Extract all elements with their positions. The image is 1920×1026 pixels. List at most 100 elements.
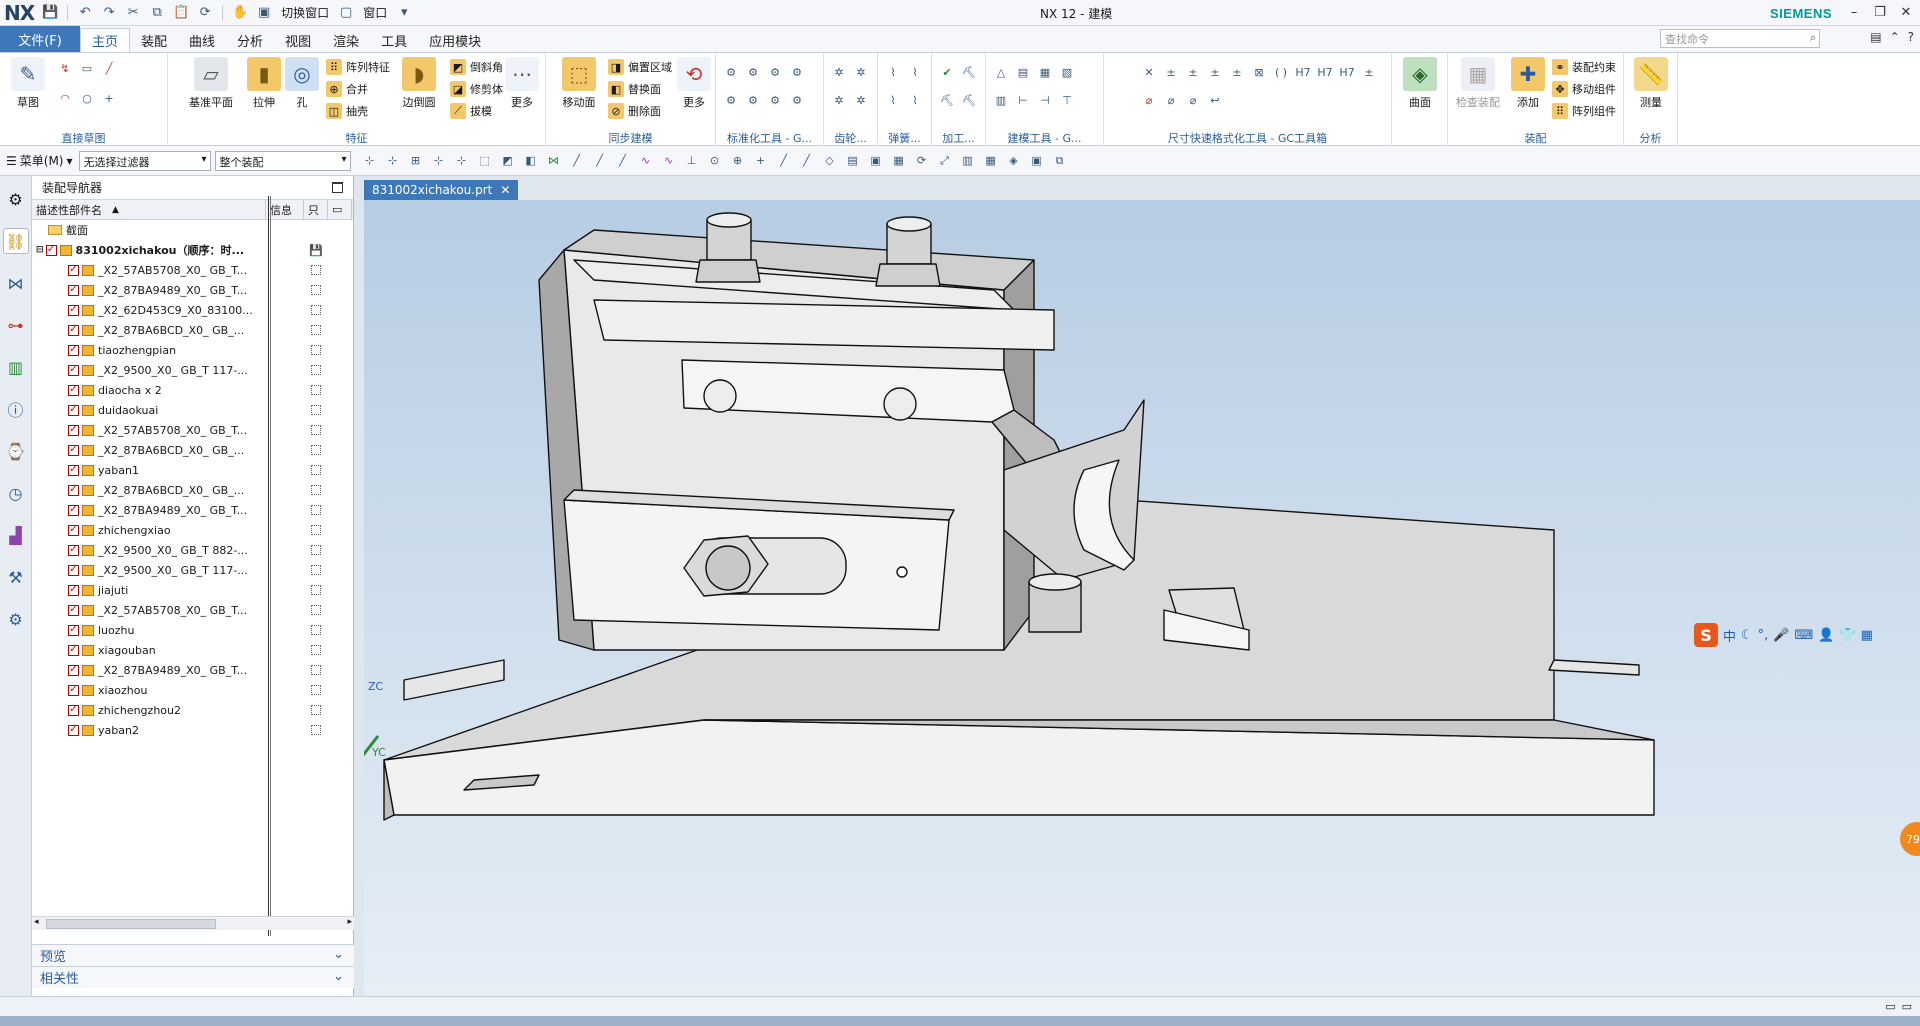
tree-row-section-folder[interactable]: 截面 — [32, 220, 353, 240]
checkbox-icon[interactable]: ✓ — [68, 684, 79, 696]
dim-format-icon[interactable]: ± — [1206, 63, 1224, 81]
view-icon[interactable]: ⟳ — [913, 152, 931, 170]
snap-icon[interactable]: ∿ — [637, 152, 655, 170]
collapse-ribbon-icon[interactable]: ⌃ — [1890, 30, 1900, 44]
table-row[interactable]: ✓ duidaokuai — [32, 400, 353, 420]
table-row[interactable]: ✓ tiaozhengpian — [32, 340, 353, 360]
dim-format-icon[interactable]: ± — [1184, 63, 1202, 81]
snap-icon[interactable]: ⊥ — [683, 152, 701, 170]
sketch-button[interactable]: ✎ 草图 — [6, 57, 50, 110]
column-header-name[interactable]: 描述性部件名 ▲ — [32, 199, 266, 220]
select-filter-icon[interactable]: ⊹ — [453, 152, 471, 170]
snap-icon[interactable]: ⊕ — [729, 152, 747, 170]
history-icon[interactable]: ⌚ — [3, 438, 29, 464]
replace-face-button[interactable]: ◧ 替换面 — [608, 81, 661, 97]
checkbox-icon[interactable]: ✓ — [68, 464, 79, 476]
dim-format-icon[interactable]: H7 — [1316, 63, 1334, 81]
view-icon[interactable]: ▥ — [959, 152, 977, 170]
minimize-icon[interactable]: – — [1844, 2, 1864, 22]
column-header-info[interactable]: 信息 — [266, 199, 304, 220]
table-row[interactable]: ✓ _X2_87BA9489_X0_ GB_T... — [32, 660, 353, 680]
menu-button[interactable]: ☰ 菜单(M) ▾ — [0, 152, 79, 169]
dependencies-section[interactable]: 相关性 ⌄ — [32, 966, 354, 988]
modeling-tool-icon[interactable]: ▥ — [992, 91, 1010, 109]
ribbon-options-icon[interactable]: ▤ — [1870, 30, 1881, 44]
reuse-library-icon[interactable]: ▥ — [3, 354, 29, 380]
view-icon[interactable]: ⤢ — [936, 152, 954, 170]
dim-format-icon[interactable]: H7 — [1294, 63, 1312, 81]
constraint-navigator-icon[interactable]: ⋈ — [3, 270, 29, 296]
surface-button[interactable]: ◈ 曲面 — [1398, 57, 1442, 110]
status-icon[interactable]: ▭ — [1902, 1000, 1912, 1013]
close-icon[interactable]: ✕ — [1896, 2, 1916, 22]
trim-body-button[interactable]: ◪ 修剪体 — [450, 81, 503, 97]
snap-icon[interactable]: ∿ — [660, 152, 678, 170]
close-icon[interactable]: ✕ — [500, 183, 510, 197]
tree-row-root[interactable]: ⊟ ✓ 831002xichakou（顺序：时... 💾 — [32, 240, 353, 260]
unite-button[interactable]: ⊕ 合并 — [326, 81, 368, 97]
table-row[interactable]: ✓ xiagouban — [32, 640, 353, 660]
select-filter-icon[interactable]: ◩ — [499, 152, 517, 170]
checkbox-icon[interactable]: ✓ — [68, 484, 79, 496]
snap-icon[interactable]: ⊙ — [706, 152, 724, 170]
line-icon[interactable]: ╱ — [100, 59, 118, 77]
checkbox-icon[interactable]: ✓ — [68, 504, 79, 516]
search-icon[interactable]: ⌕ — [1810, 31, 1816, 45]
select-filter-icon[interactable]: ⊹ — [430, 152, 448, 170]
checkbox-icon[interactable]: ✓ — [68, 564, 79, 576]
chamfer-button[interactable]: ◩ 倒斜角 — [450, 59, 503, 75]
table-row[interactable]: ✓ yaban2 — [32, 720, 353, 740]
undo-icon[interactable]: ↶ — [75, 3, 95, 23]
view-icon[interactable]: ▣ — [867, 152, 885, 170]
table-row[interactable]: ✓ _X2_87BA6BCD_X0_ GB_... — [32, 480, 353, 500]
offset-region-button[interactable]: ◨ 偏置区域 — [608, 59, 672, 75]
table-row[interactable]: ✓ _X2_57AB5708_X0_ GB_T... — [32, 260, 353, 280]
tab-render[interactable]: 渲染 — [322, 28, 370, 52]
modeling-tool-icon[interactable]: △ — [992, 63, 1010, 81]
hole-button[interactable]: ◎ 孔 — [280, 57, 324, 110]
paste-icon[interactable]: 📋 — [171, 3, 191, 23]
checkbox-icon[interactable]: ✓ — [68, 604, 79, 616]
modeling-tool-icon[interactable]: ▦ — [1036, 63, 1054, 81]
std-tool-icon-4[interactable]: ⚙ — [788, 63, 806, 81]
measure-button[interactable]: 📏 测量 — [1629, 57, 1673, 110]
gear-icon[interactable]: ✲ — [852, 63, 870, 81]
checkbox-icon[interactable]: ✓ — [68, 524, 79, 536]
repeat-command-icon[interactable]: ⟳ — [195, 3, 215, 23]
checkbox-icon[interactable]: ✓ — [68, 384, 79, 396]
tab-application[interactable]: 应用模块 — [418, 28, 492, 52]
shell-button[interactable]: ◫ 抽壳 — [326, 103, 368, 119]
chevron-down-icon[interactable]: ⌄ — [333, 969, 344, 984]
table-row[interactable]: ✓ _X2_9500_X0_ GB_T 117-... — [32, 560, 353, 580]
datum-plane-button[interactable]: ▱ 基准平面 — [186, 57, 236, 110]
checkbox-icon[interactable]: ✓ — [68, 724, 79, 736]
edge-blend-button[interactable]: ◗ 边倒圆 — [394, 57, 444, 110]
status-icon[interactable]: ▭ — [1885, 1000, 1895, 1013]
roles-icon[interactable]: ⚙ — [3, 606, 29, 632]
snap-icon[interactable]: ⋈ — [545, 152, 563, 170]
snap-icon[interactable]: ╱ — [591, 152, 609, 170]
palette-icon[interactable]: ▟ — [3, 522, 29, 548]
checkbox-icon[interactable]: ✓ — [45, 244, 57, 256]
checkbox-icon[interactable]: ✓ — [68, 404, 79, 416]
snap-icon[interactable]: ╱ — [798, 152, 816, 170]
machining-icon[interactable]: ⛏ — [960, 91, 978, 109]
checkbox-icon[interactable]: ✓ — [68, 584, 79, 596]
select-filter-icon[interactable]: ⊞ — [407, 152, 425, 170]
tab-tools[interactable]: 工具 — [370, 28, 418, 52]
settings-icon[interactable]: ⚙ — [3, 186, 29, 212]
snap-icon[interactable]: ◇ — [821, 152, 839, 170]
snap-icon[interactable]: ╱ — [614, 152, 632, 170]
checkbox-icon[interactable]: ✓ — [68, 364, 79, 376]
modeling-tool-icon[interactable]: ▧ — [1058, 63, 1076, 81]
view-icon[interactable]: ▣ — [1028, 152, 1046, 170]
switch-window-icon[interactable]: ▣ — [254, 3, 274, 23]
checkbox-icon[interactable]: ✓ — [68, 644, 79, 656]
ime-language-toggle[interactable]: 中 — [1723, 626, 1736, 645]
preview-section[interactable]: 预览 ⌄ — [32, 944, 354, 966]
sync-more-button[interactable]: ⟲ 更多 — [674, 57, 714, 110]
dim-format-icon[interactable]: ( ) — [1272, 63, 1290, 81]
snap-icon[interactable]: ╱ — [568, 152, 586, 170]
arc-icon[interactable]: ◠ — [56, 89, 74, 107]
gear-icon[interactable]: ✲ — [830, 63, 848, 81]
